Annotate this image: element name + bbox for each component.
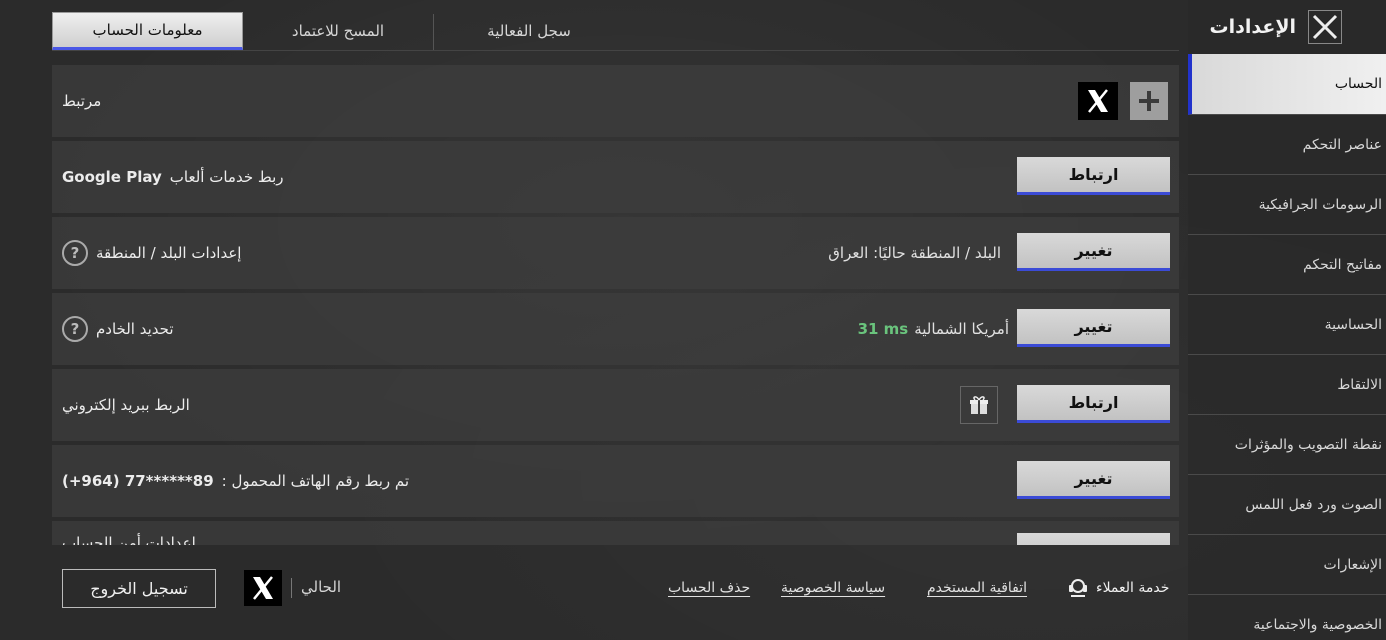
logout-button[interactable]: تسجيل الخروج	[62, 569, 216, 608]
footer: تسجيل الخروج الحالي حذف الحساب سياسة الخ…	[0, 550, 1188, 640]
settings-sidebar: الإعدادات الحساب عناصر التحكم الرسومات ا…	[1188, 0, 1386, 640]
tab-scan-verify[interactable]: المسح للاعتماد	[243, 12, 433, 50]
sidebar-item-controls[interactable]: عناصر التحكم	[1188, 115, 1386, 175]
tab-underline	[52, 50, 1179, 51]
tab-bar: معلومات الحساب المسح للاعتماد سجل الفعال…	[52, 12, 1179, 50]
help-icon[interactable]: ?	[62, 316, 88, 342]
tab-account-info[interactable]: معلومات الحساب	[52, 12, 243, 50]
google-play-text: ربط خدمات ألعاب	[169, 168, 284, 186]
sidebar-list: الحساب عناصر التحكم الرسومات الجرافيكية …	[1188, 54, 1386, 640]
footer-divider	[291, 578, 292, 598]
privacy-policy-link[interactable]: سياسة الخصوصية	[781, 580, 885, 596]
security-settings-button[interactable]	[1017, 533, 1170, 545]
google-play-brand: Google Play	[62, 168, 162, 186]
current-account-label: الحالي	[301, 578, 342, 596]
sidebar-header: الإعدادات	[1188, 0, 1386, 54]
close-button[interactable]	[1308, 10, 1342, 44]
x-account-icon	[244, 570, 282, 606]
plus-icon	[1139, 91, 1159, 111]
sidebar-item-privacy[interactable]: الخصوصية والاجتماعية	[1188, 595, 1386, 640]
phone-number: (+964) 77******89	[62, 472, 214, 490]
tab-label: سجل الفعالية	[487, 22, 571, 40]
row-server: تحديد الخادم ? أمريكا الشمالية 31 ms تغي…	[52, 293, 1179, 365]
user-agreement-link[interactable]: اتفاقية المستخدم	[927, 580, 1027, 596]
gift-icon	[970, 396, 988, 414]
current-region-info: البلد / المنطقة حاليًا: العراق	[828, 244, 1001, 262]
delete-account-link[interactable]: حذف الحساب	[668, 580, 750, 596]
change-server-button[interactable]: تغيير	[1017, 309, 1170, 347]
security-label: إعدادات أمن الحساب	[62, 534, 196, 545]
row-linked: مرتبط	[52, 65, 1179, 137]
sidebar-item-label: الإشعارات	[1323, 556, 1382, 573]
sidebar-item-label: مفاتيح التحكم	[1303, 256, 1382, 273]
add-link-button[interactable]	[1130, 82, 1168, 120]
current-server-info: أمريكا الشمالية 31 ms	[858, 293, 1009, 365]
server-ping: 31 ms	[857, 320, 909, 338]
tab-activity-log[interactable]: سجل الفعالية	[434, 12, 624, 50]
sidebar-item-pickup[interactable]: الالتقاط	[1188, 355, 1386, 415]
sidebar-item-graphics[interactable]: الرسومات الجرافيكية	[1188, 175, 1386, 235]
sidebar-item-label: الحساب	[1334, 76, 1382, 92]
google-play-label: ربط خدمات ألعاب Google Play	[62, 141, 284, 213]
linked-label: مرتبط	[62, 92, 102, 110]
sidebar-item-keys[interactable]: مفاتيح التحكم	[1188, 235, 1386, 295]
row-security: إعدادات أمن الحساب	[52, 521, 1179, 545]
region-label: إعدادات البلد / المنطقة ?	[62, 217, 241, 289]
close-icon	[1312, 14, 1338, 40]
link-email-button[interactable]: ارتباط	[1017, 385, 1170, 423]
sidebar-item-audio[interactable]: الصوت ورد فعل اللمس	[1188, 475, 1386, 535]
change-region-button[interactable]: تغيير	[1017, 233, 1170, 271]
sidebar-item-account[interactable]: الحساب	[1188, 54, 1386, 115]
sidebar-item-label: الالتقاط	[1337, 376, 1382, 393]
sidebar-item-crosshair[interactable]: نقطة التصويب والمؤثرات	[1188, 415, 1386, 475]
account-settings-list: مرتبط ربط خدمات ألعاب Google Play ارتباط…	[52, 65, 1179, 545]
sidebar-item-notifications[interactable]: الإشعارات	[1188, 535, 1386, 595]
row-google-play: ربط خدمات ألعاب Google Play ارتباط	[52, 141, 1179, 213]
server-label: تحديد الخادم ?	[62, 293, 174, 365]
row-email: الربط ببريد إلكتروني ارتباط	[52, 369, 1179, 441]
sidebar-item-label: عناصر التحكم	[1302, 136, 1382, 153]
email-label: الربط ببريد إلكتروني	[62, 396, 190, 414]
sidebar-item-label: الحساسية	[1324, 316, 1382, 333]
sidebar-item-label: الصوت ورد فعل اللمس	[1245, 496, 1382, 513]
sidebar-item-label: الرسومات الجرافيكية	[1258, 196, 1382, 213]
row-phone: تم ربط رقم الهاتف المحمول : (+964) 77***…	[52, 445, 1179, 517]
server-label-text: تحديد الخادم	[96, 320, 174, 338]
phone-label: تم ربط رقم الهاتف المحمول : (+964) 77***…	[62, 445, 409, 517]
reward-gift-button[interactable]	[960, 386, 998, 424]
change-phone-button[interactable]: تغيير	[1017, 461, 1170, 499]
sidebar-item-sensitivity[interactable]: الحساسية	[1188, 295, 1386, 355]
customer-service-button[interactable]: خدمة العملاء	[1066, 576, 1169, 600]
sidebar-item-label: الخصوصية والاجتماعية	[1253, 616, 1382, 633]
phone-label-text: تم ربط رقم الهاتف المحمول :	[221, 472, 410, 490]
region-label-text: إعدادات البلد / المنطقة	[96, 244, 242, 262]
row-region: إعدادات البلد / المنطقة ? البلد / المنطق…	[52, 217, 1179, 289]
server-name: أمريكا الشمالية	[914, 320, 1009, 338]
link-google-play-button[interactable]: ارتباط	[1017, 157, 1170, 195]
tab-label: معلومات الحساب	[92, 21, 203, 39]
help-icon[interactable]: ?	[62, 240, 88, 266]
sidebar-title: الإعدادات	[1209, 16, 1296, 38]
customer-service-label: خدمة العملاء	[1096, 580, 1170, 596]
tab-label: المسح للاعتماد	[291, 22, 385, 40]
x-logo-icon	[1078, 82, 1118, 120]
headset-icon	[1069, 579, 1087, 597]
sidebar-item-label: نقطة التصويب والمؤثرات	[1234, 436, 1382, 453]
